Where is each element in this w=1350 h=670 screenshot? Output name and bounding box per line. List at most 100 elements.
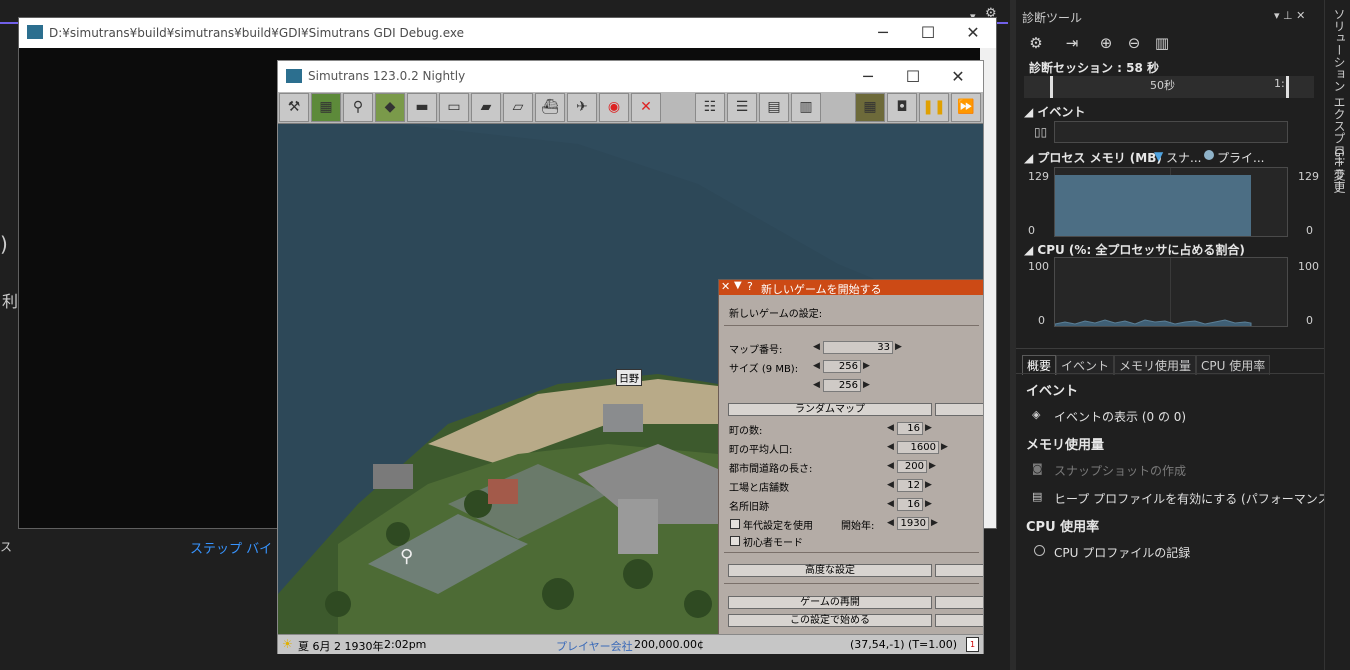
- zoom-out-icon[interactable]: ⊖: [1124, 33, 1144, 53]
- close-icon[interactable]: ✕: [721, 280, 730, 293]
- record-cpu-profile-button[interactable]: CPU プロファイルの記録: [1054, 544, 1190, 561]
- map-size-y-field[interactable]: 256: [823, 379, 861, 392]
- maximize-icon[interactable]: ☐: [893, 67, 933, 86]
- quit-button[interactable]: [935, 596, 983, 609]
- load-map-button[interactable]: [935, 403, 983, 416]
- magnifier-icon[interactable]: ⚲: [343, 93, 373, 122]
- attractions-field[interactable]: 16: [897, 498, 923, 511]
- depot-icon[interactable]: ▦: [855, 93, 885, 122]
- load-settings-button[interactable]: [935, 614, 983, 627]
- dialog-title-bar[interactable]: ✕ ▼ ? 新しいゲームを開始する: [719, 280, 983, 296]
- decrement-icon[interactable]: ◀: [887, 441, 894, 454]
- start-year-field[interactable]: 1930: [897, 517, 929, 530]
- factories-field[interactable]: 12: [897, 479, 923, 492]
- fast-forward-icon[interactable]: ⏩: [951, 93, 981, 122]
- increment-icon[interactable]: ▶: [895, 341, 902, 354]
- terrain-icon[interactable]: ◆: [375, 93, 405, 122]
- panel-window-controls[interactable]: ▾ ⊥ ✕: [1274, 9, 1305, 22]
- extra-settings-button[interactable]: [935, 564, 983, 577]
- timeline-start-handle[interactable]: [1050, 76, 1053, 98]
- increment-icon[interactable]: ▶: [863, 360, 870, 373]
- ship-icon[interactable]: ⛴: [535, 93, 565, 122]
- enable-heap-profiling-link[interactable]: ヒープ プロファイルを有効にする (パフォーマンスに影響します: [1054, 490, 1324, 507]
- town-name-label[interactable]: 日野: [616, 369, 642, 386]
- remove-icon[interactable]: ✕: [631, 93, 661, 122]
- take-snapshot-button[interactable]: スナップショットの作成: [1054, 462, 1186, 479]
- airplane-icon[interactable]: ✈: [567, 93, 597, 122]
- export-icon[interactable]: ⇥: [1062, 33, 1082, 53]
- resume-game-button[interactable]: ゲームの再開: [728, 596, 932, 609]
- monorail-icon[interactable]: ▭: [439, 93, 469, 122]
- game-time: 2:02pm: [384, 638, 427, 651]
- tab-summary[interactable]: 概要: [1022, 355, 1057, 375]
- advanced-settings-button[interactable]: 高度な設定: [728, 564, 932, 577]
- minimize-icon[interactable]: ─: [848, 67, 888, 86]
- timeline-ruler[interactable]: 50秒 1:: [1024, 76, 1314, 98]
- tools-icon[interactable]: ⚒: [279, 93, 309, 122]
- cpu-section-header[interactable]: ◢ CPU (%: 全プロセッサに占める割合): [1024, 241, 1245, 258]
- chart-icon[interactable]: ▥: [791, 93, 821, 122]
- decrement-icon[interactable]: ◀: [887, 422, 894, 435]
- increment-icon[interactable]: ▶: [941, 441, 948, 454]
- simutrans-window[interactable]: Simutrans 123.0.2 Nightly ─ ☐ ✕ ⚒ ▦ ⚲ ◆ …: [277, 60, 984, 654]
- decrement-icon[interactable]: ◀: [887, 517, 894, 530]
- decrement-icon[interactable]: ◀: [887, 460, 894, 473]
- increment-icon[interactable]: ▶: [925, 422, 932, 435]
- start-with-settings-button[interactable]: この設定で始める: [728, 614, 932, 627]
- avg-population-field[interactable]: 1600: [897, 441, 939, 454]
- tab-cpu-usage[interactable]: CPU 使用率: [1196, 355, 1271, 375]
- help-icon[interactable]: ?: [747, 280, 753, 293]
- cpu-graph[interactable]: [1054, 257, 1288, 327]
- events-section-header[interactable]: ◢ イベント: [1024, 103, 1085, 120]
- rail-icon[interactable]: ▬: [407, 93, 437, 122]
- increment-icon[interactable]: ▶: [929, 460, 936, 473]
- list-icon[interactable]: ☰: [727, 93, 757, 122]
- beginner-mode-checkbox[interactable]: [730, 536, 740, 546]
- git-changes-tab[interactable]: Git 変更: [1331, 148, 1348, 193]
- increment-icon[interactable]: ▶: [925, 498, 932, 511]
- intercity-roads-field[interactable]: 200: [897, 460, 927, 473]
- road-icon[interactable]: ▱: [503, 93, 533, 122]
- minimize-icon[interactable]: ─: [863, 23, 903, 42]
- collapse-icon: ◢: [1024, 105, 1038, 119]
- increment-icon[interactable]: ▶: [925, 479, 932, 492]
- collapse-icon[interactable]: ▼: [734, 280, 742, 291]
- decrement-icon[interactable]: ◀: [887, 479, 894, 492]
- cpu-header-label: CPU (%: 全プロセッサに占める割合): [1037, 243, 1245, 257]
- events-track[interactable]: [1054, 121, 1288, 143]
- tab-memory-usage[interactable]: メモリ使用量: [1114, 355, 1197, 375]
- decrement-icon[interactable]: ◀: [813, 379, 820, 392]
- reset-zoom-icon[interactable]: ▥: [1152, 33, 1172, 53]
- game-map[interactable]: 日野 ⚲ ✕ ▼ ? 新しいゲームを開始する 新しいゲームの設定: マップ番号:…: [278, 124, 983, 634]
- pause-events-icon[interactable]: ▯▯: [1034, 125, 1047, 139]
- decrement-icon[interactable]: ◀: [813, 360, 820, 373]
- increment-icon[interactable]: ▶: [863, 379, 870, 392]
- process-memory-header[interactable]: ◢ プロセス メモリ (MB): [1024, 149, 1162, 166]
- decrement-icon[interactable]: ◀: [813, 341, 820, 354]
- finance-icon[interactable]: ▤: [759, 93, 789, 122]
- tram-icon[interactable]: ▰: [471, 93, 501, 122]
- decrement-icon[interactable]: ◀: [887, 498, 894, 511]
- camera-icon[interactable]: ◘: [887, 93, 917, 122]
- maximize-icon[interactable]: ☐: [908, 23, 948, 42]
- use-timeline-checkbox[interactable]: [730, 519, 740, 529]
- increment-icon[interactable]: ▶: [931, 517, 938, 530]
- sim-title-bar[interactable]: Simutrans 123.0.2 Nightly ─ ☐ ✕: [278, 61, 983, 92]
- map-number-field[interactable]: 33: [823, 341, 893, 354]
- towns-field[interactable]: 16: [897, 422, 923, 435]
- line-schedule-icon[interactable]: ☷: [695, 93, 725, 122]
- target-icon[interactable]: ◉: [599, 93, 629, 122]
- close-icon[interactable]: ✕: [953, 23, 993, 42]
- zoom-in-icon[interactable]: ⊕: [1096, 33, 1116, 53]
- random-map-button[interactable]: ランダムマップ: [728, 403, 932, 416]
- map-size-x-field[interactable]: 256: [823, 360, 861, 373]
- memory-graph[interactable]: [1054, 167, 1288, 237]
- pause-icon[interactable]: ❚❚: [919, 93, 949, 122]
- timeline-end-handle[interactable]: [1286, 76, 1289, 98]
- settings-gear-icon[interactable]: ⚙: [1026, 33, 1046, 53]
- tab-events[interactable]: イベント: [1056, 355, 1115, 375]
- close-icon[interactable]: ✕: [938, 67, 978, 86]
- map-icon[interactable]: ▦: [311, 93, 341, 122]
- show-events-link[interactable]: イベントの表示 (0 の 0): [1054, 408, 1186, 425]
- console-title-bar[interactable]: D:¥simutrans¥build¥simutrans¥build¥GDI¥S…: [19, 18, 996, 48]
